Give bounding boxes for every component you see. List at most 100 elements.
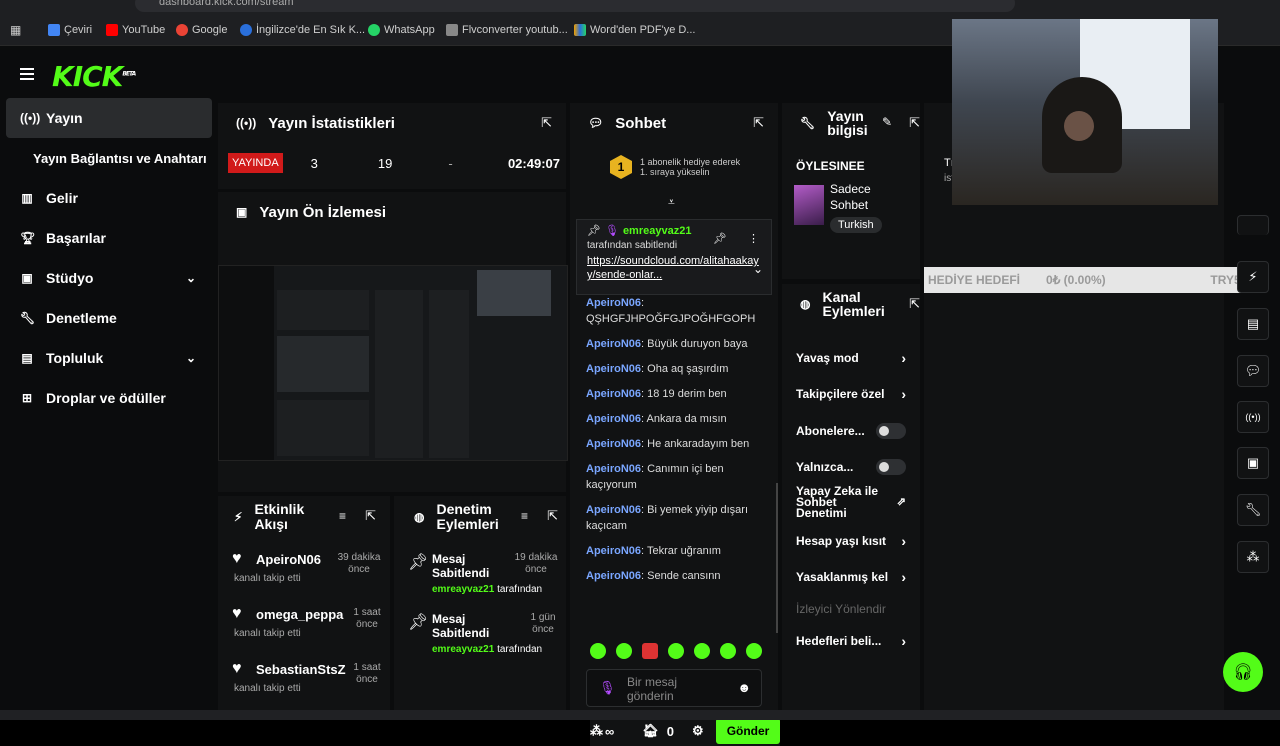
points-icon[interactable]: ⁂ bbox=[590, 723, 603, 739]
help-button[interactable]: 🎧︎ bbox=[1223, 652, 1263, 692]
chat-user[interactable]: ApeiroN06 bbox=[586, 413, 641, 425]
collapse-icon[interactable]: ⩡ bbox=[668, 195, 675, 210]
filter-icon[interactable]: ≡ bbox=[339, 509, 346, 523]
category-thumbnail bbox=[794, 185, 824, 225]
address-bar[interactable]: dashboard.kick.com/stream bbox=[135, 0, 1015, 12]
apps-grid-icon[interactable]: ▦ bbox=[10, 23, 21, 37]
action-label: Yapay Zeka ile Sohbet Denetimi bbox=[796, 483, 879, 520]
chat-user[interactable]: ApeiroN06 bbox=[586, 338, 641, 350]
rail-community-button[interactable]: ⁂ bbox=[1237, 541, 1269, 573]
popout-icon[interactable]: ⇱ bbox=[753, 115, 764, 131]
popout-icon[interactable]: ⇱ bbox=[541, 115, 552, 131]
action-ai-moderation[interactable]: Yapay Zeka ile Sohbet Denetimi ⇗ bbox=[796, 484, 906, 520]
action-subscribers-only[interactable]: Abonelere... bbox=[796, 420, 906, 442]
chat-user[interactable]: ApeiroN06 bbox=[586, 297, 641, 309]
popout-icon[interactable]: ⇱ bbox=[909, 296, 920, 312]
action-emotes-only[interactable]: Yalnızca... bbox=[796, 456, 906, 478]
bookmark-translate[interactable]: Çeviri bbox=[48, 24, 92, 36]
action-account-age[interactable]: Hesap yaşı kısıt › bbox=[796, 530, 906, 552]
popout-icon[interactable]: ⇱ bbox=[365, 508, 376, 524]
sidebar-item-topluluk[interactable]: ▤ Topluluk ⌄ bbox=[6, 338, 212, 378]
chat-user[interactable]: ApeiroN06 bbox=[586, 570, 641, 582]
os-taskbar bbox=[0, 710, 1280, 720]
pin-icon: 📌︎ bbox=[408, 554, 429, 571]
bookmark-label: Word'den PDF'ye D... bbox=[590, 24, 696, 36]
rail-broadcast-button[interactable]: ((•)) bbox=[1237, 401, 1269, 433]
chat-user[interactable]: ApeiroN06 bbox=[586, 388, 641, 400]
sidebar-item-basarilar[interactable]: 🏆︎ Başarılar bbox=[6, 218, 212, 258]
chat-user[interactable]: ApeiroN06 bbox=[586, 545, 641, 557]
chat-user[interactable]: ApeiroN06 bbox=[586, 504, 641, 516]
heart-icon: ♥ bbox=[232, 550, 242, 567]
rail-partial-button[interactable] bbox=[1237, 215, 1269, 235]
pinned-by: tarafından sabitlendi bbox=[587, 240, 678, 251]
store-icon[interactable]: 🏠︎ bbox=[642, 723, 659, 739]
popout-icon[interactable]: ⇱ bbox=[909, 115, 920, 131]
edit-icon[interactable]: ✎ bbox=[882, 115, 892, 129]
chat-message: ApeiroN06: Büyük duruyon baya bbox=[586, 336, 766, 352]
action-followers-only[interactable]: Takipçilere özel › bbox=[796, 383, 906, 405]
chevron-down-icon[interactable]: ⌄ bbox=[753, 262, 763, 276]
chat-user[interactable]: ApeiroN06 bbox=[586, 463, 641, 475]
pinned-message[interactable]: 📌︎ 🎙︎ emreayvaz21 tarafından sabitlendi ht… bbox=[576, 219, 772, 295]
rail-bolt-button[interactable]: ⚡︎ bbox=[1237, 261, 1269, 293]
category-name[interactable]: Sadece Sohbet bbox=[830, 181, 900, 213]
sidebar-item-droplar[interactable]: ⊞ Droplar ve ödüller bbox=[6, 378, 212, 418]
action-banned-words[interactable]: Yasaklanmış kel › bbox=[796, 566, 906, 588]
chat-user[interactable]: ApeiroN06 bbox=[586, 438, 641, 450]
rail-scene-button[interactable]: ▣ bbox=[1237, 447, 1269, 479]
emote-icon[interactable] bbox=[720, 643, 736, 659]
bookmark-ingilizce[interactable]: İngilizce'de En Sık K... bbox=[240, 24, 365, 36]
emote-icon[interactable] bbox=[694, 643, 710, 659]
stats-row: YAYINDA 3 19 - 02:49:07 bbox=[228, 153, 560, 173]
sidebar-item-studyo[interactable]: ▣ Stüdyo ⌄ bbox=[6, 258, 212, 298]
chat-input[interactable]: 🎙︎ Bir mesaj gönderin ☻ bbox=[586, 669, 762, 707]
wrench-icon: 🔧︎ bbox=[1244, 502, 1262, 517]
sidebar: ((•)) Yayın Yayın Bağlantısı ve Anahtarı … bbox=[6, 98, 212, 418]
emote-icon[interactable] bbox=[590, 643, 606, 659]
emoji-icon[interactable]: ☻ bbox=[737, 680, 751, 695]
emote-icon[interactable] bbox=[668, 643, 684, 659]
wrench-icon: 🔧︎ bbox=[20, 311, 36, 325]
pin-icon: 📌︎ bbox=[408, 614, 429, 631]
pinned-link[interactable]: https://soundcloud.com/alitahaakayy/send… bbox=[587, 254, 761, 282]
sidebar-item-denetleme[interactable]: 🔧︎ Denetleme bbox=[6, 298, 212, 338]
chat-user[interactable]: ApeiroN06 bbox=[586, 363, 641, 375]
action-slow-mode[interactable]: Yavaş mod › bbox=[796, 347, 906, 369]
rail-wrench-button[interactable]: 🔧︎ bbox=[1237, 494, 1269, 526]
chat-message: ApeiroN06: Bi yemek yiyip dışarı kaçıcam bbox=[586, 502, 766, 534]
more-icon[interactable]: ⋮ bbox=[748, 232, 759, 245]
filter-icon[interactable]: ≡ bbox=[521, 509, 528, 523]
bookmark-flvconverter[interactable]: Flvconverter youtub... bbox=[446, 24, 568, 36]
emote-icon[interactable] bbox=[616, 643, 632, 659]
bookmark-whatsapp[interactable]: WhatsApp bbox=[368, 24, 435, 36]
subscribers-toggle[interactable] bbox=[876, 423, 906, 439]
bookmark-google[interactable]: Google bbox=[176, 24, 227, 36]
sidebar-item-gelir[interactable]: ▥ Gelir bbox=[6, 178, 212, 218]
chat-text: : Tekrar uğranım bbox=[641, 545, 721, 557]
rail-chat-button[interactable]: 💬︎ bbox=[1237, 355, 1269, 387]
chat-scrollbar[interactable] bbox=[776, 483, 778, 633]
chevron-down-icon[interactable]: ⌄ bbox=[186, 351, 196, 365]
stats-panel: ((•)) Yayın İstatistikleri ⇱ YAYINDA 3 19… bbox=[218, 103, 566, 189]
rail-note-button[interactable]: ▤ bbox=[1237, 308, 1269, 340]
unpin-icon[interactable]: 📌︎ bbox=[713, 232, 727, 245]
action-goals[interactable]: Hedefleri beli... › bbox=[796, 630, 906, 652]
emotes-toggle[interactable] bbox=[876, 459, 906, 475]
logo-text: KICK bbox=[52, 60, 123, 93]
chevron-down-icon[interactable]: ⌄ bbox=[186, 271, 196, 285]
send-button[interactable]: Gönder bbox=[715, 718, 781, 744]
popout-icon[interactable]: ⇱ bbox=[547, 508, 558, 524]
bookmark-word-pdf[interactable]: Word'den PDF'ye D... bbox=[574, 24, 695, 36]
external-link-icon: ⇗ bbox=[896, 495, 906, 508]
stream-preview-video[interactable] bbox=[218, 265, 568, 461]
gear-icon[interactable]: ⚙︎ bbox=[692, 723, 704, 739]
sidebar-item-yayin[interactable]: ((•)) Yayın bbox=[6, 98, 212, 138]
emote-icon[interactable] bbox=[746, 643, 762, 659]
sidebar-item-stream-key[interactable]: Yayın Bağlantısı ve Anahtarı bbox=[6, 138, 212, 178]
sub-goal-banner[interactable]: 1 1 abonelik hediye ederek 1. sıraya yük… bbox=[610, 155, 750, 179]
kick-logo[interactable]: KICKBETA bbox=[52, 60, 136, 93]
emote-icon[interactable] bbox=[642, 643, 658, 659]
bookmark-youtube[interactable]: YouTube bbox=[106, 24, 165, 36]
menu-icon[interactable] bbox=[20, 68, 34, 80]
